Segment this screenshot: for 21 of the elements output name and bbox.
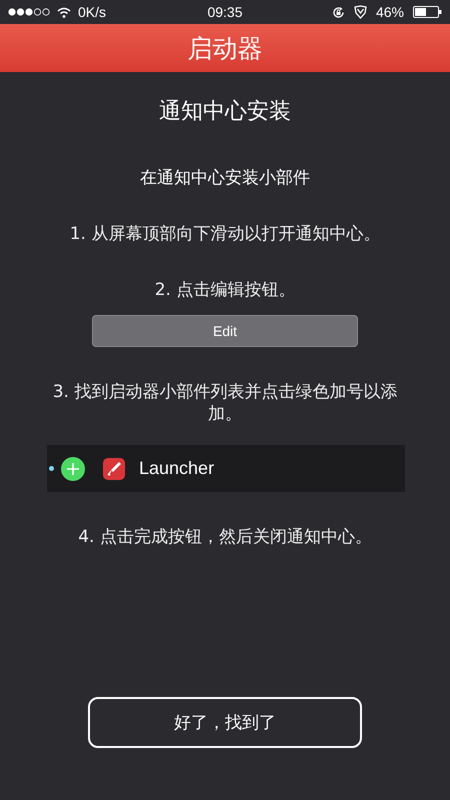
rotation-lock-icon (332, 6, 345, 18)
reorder-dot-icon (49, 466, 54, 471)
instruction-text: 3. 找到启动器小部件列表并点击绿色加号以添加。 (52, 381, 398, 425)
app-icon (103, 458, 125, 480)
widget-name: Launcher (139, 458, 214, 479)
wifi-icon (57, 6, 71, 18)
network-speed: 0K/s (78, 4, 106, 20)
subtitle: 在通知中心安装小部件 (140, 167, 310, 189)
page-heading: 通知中心安装 (159, 98, 291, 126)
add-icon[interactable] (61, 456, 85, 480)
shield-icon (354, 5, 367, 19)
battery-percent: 46% (376, 4, 404, 20)
instruction-text: 1. 从屏幕顶部向下滑动以打开通知中心。 (68, 223, 382, 245)
instruction-text: 2. 点击编辑按钮。 (154, 279, 296, 301)
edit-button[interactable]: Edit (92, 315, 358, 347)
instruction-text: 4. 点击完成按钮，然后关闭通知中心。 (77, 526, 373, 548)
status-time: 09:35 (207, 4, 243, 20)
battery-icon (412, 6, 442, 18)
signal-icon (8, 8, 50, 16)
app-title: 启动器 (188, 32, 262, 64)
confirm-button[interactable]: 好了，找到了 (88, 697, 362, 748)
